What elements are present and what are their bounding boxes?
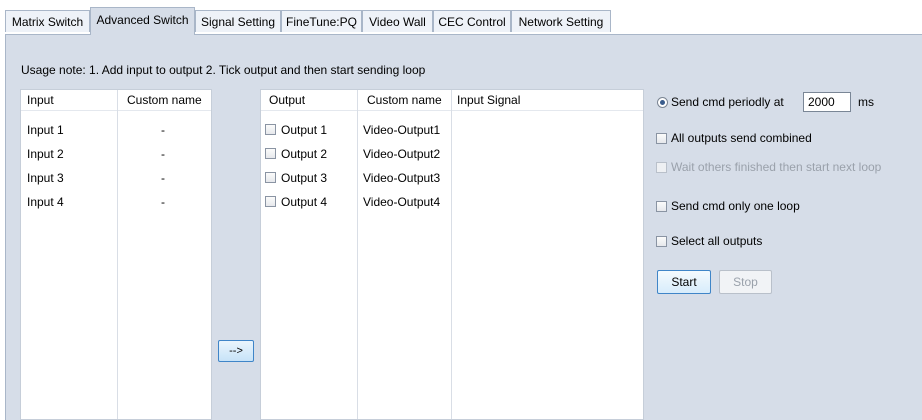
tab-advanced-switch[interactable]: Advanced Switch bbox=[90, 7, 195, 35]
usage-note: Usage note: 1. Add input to output 2. Ti… bbox=[21, 63, 426, 77]
send-one-loop-checkbox[interactable] bbox=[656, 201, 667, 212]
output-row-3-custom: Video-Output3 bbox=[363, 171, 441, 185]
tab-cec-control[interactable]: CEC Control bbox=[433, 10, 511, 32]
output-row-1-name[interactable]: Output 1 bbox=[281, 121, 327, 139]
wait-others-checkbox[interactable] bbox=[656, 162, 667, 173]
send-periodic-label: Send cmd periodly at bbox=[671, 95, 784, 109]
tab-bar: Matrix Switch Advanced Switch Signal Set… bbox=[0, 0, 922, 35]
column-divider bbox=[451, 90, 452, 419]
input-row-2-name[interactable]: Input 2 bbox=[27, 145, 64, 163]
output-row-2-name[interactable]: Output 2 bbox=[281, 145, 327, 163]
tab-signal-setting[interactable]: Signal Setting bbox=[195, 10, 281, 32]
header-divider bbox=[21, 110, 211, 111]
header-divider bbox=[261, 110, 643, 111]
tab-video-wall[interactable]: Video Wall bbox=[362, 10, 433, 32]
output-2-checkbox[interactable] bbox=[265, 148, 276, 159]
period-unit-label: ms bbox=[858, 95, 874, 109]
output-table[interactable]: Output Custom name Input Signal Output 1… bbox=[260, 89, 644, 420]
input-table[interactable]: Input Custom name Input 1 - Input 2 - In… bbox=[20, 89, 212, 420]
column-divider bbox=[357, 90, 358, 419]
period-ms-input[interactable]: 2000 bbox=[803, 92, 851, 112]
input-row-3-name[interactable]: Input 3 bbox=[27, 169, 64, 187]
input-custom-name-header[interactable]: Custom name bbox=[127, 90, 202, 110]
output-4-checkbox[interactable] bbox=[265, 196, 276, 207]
send-periodic-radio[interactable] bbox=[657, 97, 668, 108]
tab-finetune-pq[interactable]: FineTune:PQ bbox=[281, 10, 362, 32]
input-column-header[interactable]: Input bbox=[27, 90, 54, 110]
all-outputs-combined-label: All outputs send combined bbox=[671, 131, 812, 145]
output-row-3-name[interactable]: Output 3 bbox=[281, 169, 327, 187]
input-row-4-name[interactable]: Input 4 bbox=[27, 193, 64, 211]
add-input-to-output-button[interactable]: --> bbox=[218, 340, 254, 362]
output-3-checkbox[interactable] bbox=[265, 172, 276, 183]
tab-network-setting[interactable]: Network Setting bbox=[511, 10, 611, 32]
output-custom-name-header[interactable]: Custom name bbox=[367, 90, 442, 110]
input-row-2-custom: - bbox=[161, 147, 165, 161]
input-signal-header[interactable]: Input Signal bbox=[457, 90, 520, 110]
stop-button[interactable]: Stop bbox=[719, 270, 772, 294]
input-row-1-name[interactable]: Input 1 bbox=[27, 121, 64, 139]
select-all-outputs-checkbox[interactable] bbox=[656, 236, 667, 247]
wait-others-label: Wait others finished then start next loo… bbox=[671, 160, 882, 174]
output-row-4-name[interactable]: Output 4 bbox=[281, 193, 327, 211]
start-button[interactable]: Start bbox=[657, 270, 711, 294]
all-outputs-combined-checkbox[interactable] bbox=[656, 133, 667, 144]
input-row-3-custom: - bbox=[161, 171, 165, 185]
output-row-4-custom: Video-Output4 bbox=[363, 195, 441, 209]
select-all-outputs-label: Select all outputs bbox=[671, 234, 763, 248]
output-1-checkbox[interactable] bbox=[265, 124, 276, 135]
send-one-loop-label: Send cmd only one loop bbox=[671, 199, 800, 213]
input-row-1-custom: - bbox=[161, 123, 165, 137]
output-row-2-custom: Video-Output2 bbox=[363, 147, 441, 161]
tab-matrix-switch[interactable]: Matrix Switch bbox=[5, 10, 90, 32]
output-row-1-custom: Video-Output1 bbox=[363, 123, 441, 137]
column-divider bbox=[117, 90, 118, 419]
input-row-4-custom: - bbox=[161, 195, 165, 209]
output-column-header[interactable]: Output bbox=[269, 90, 305, 110]
